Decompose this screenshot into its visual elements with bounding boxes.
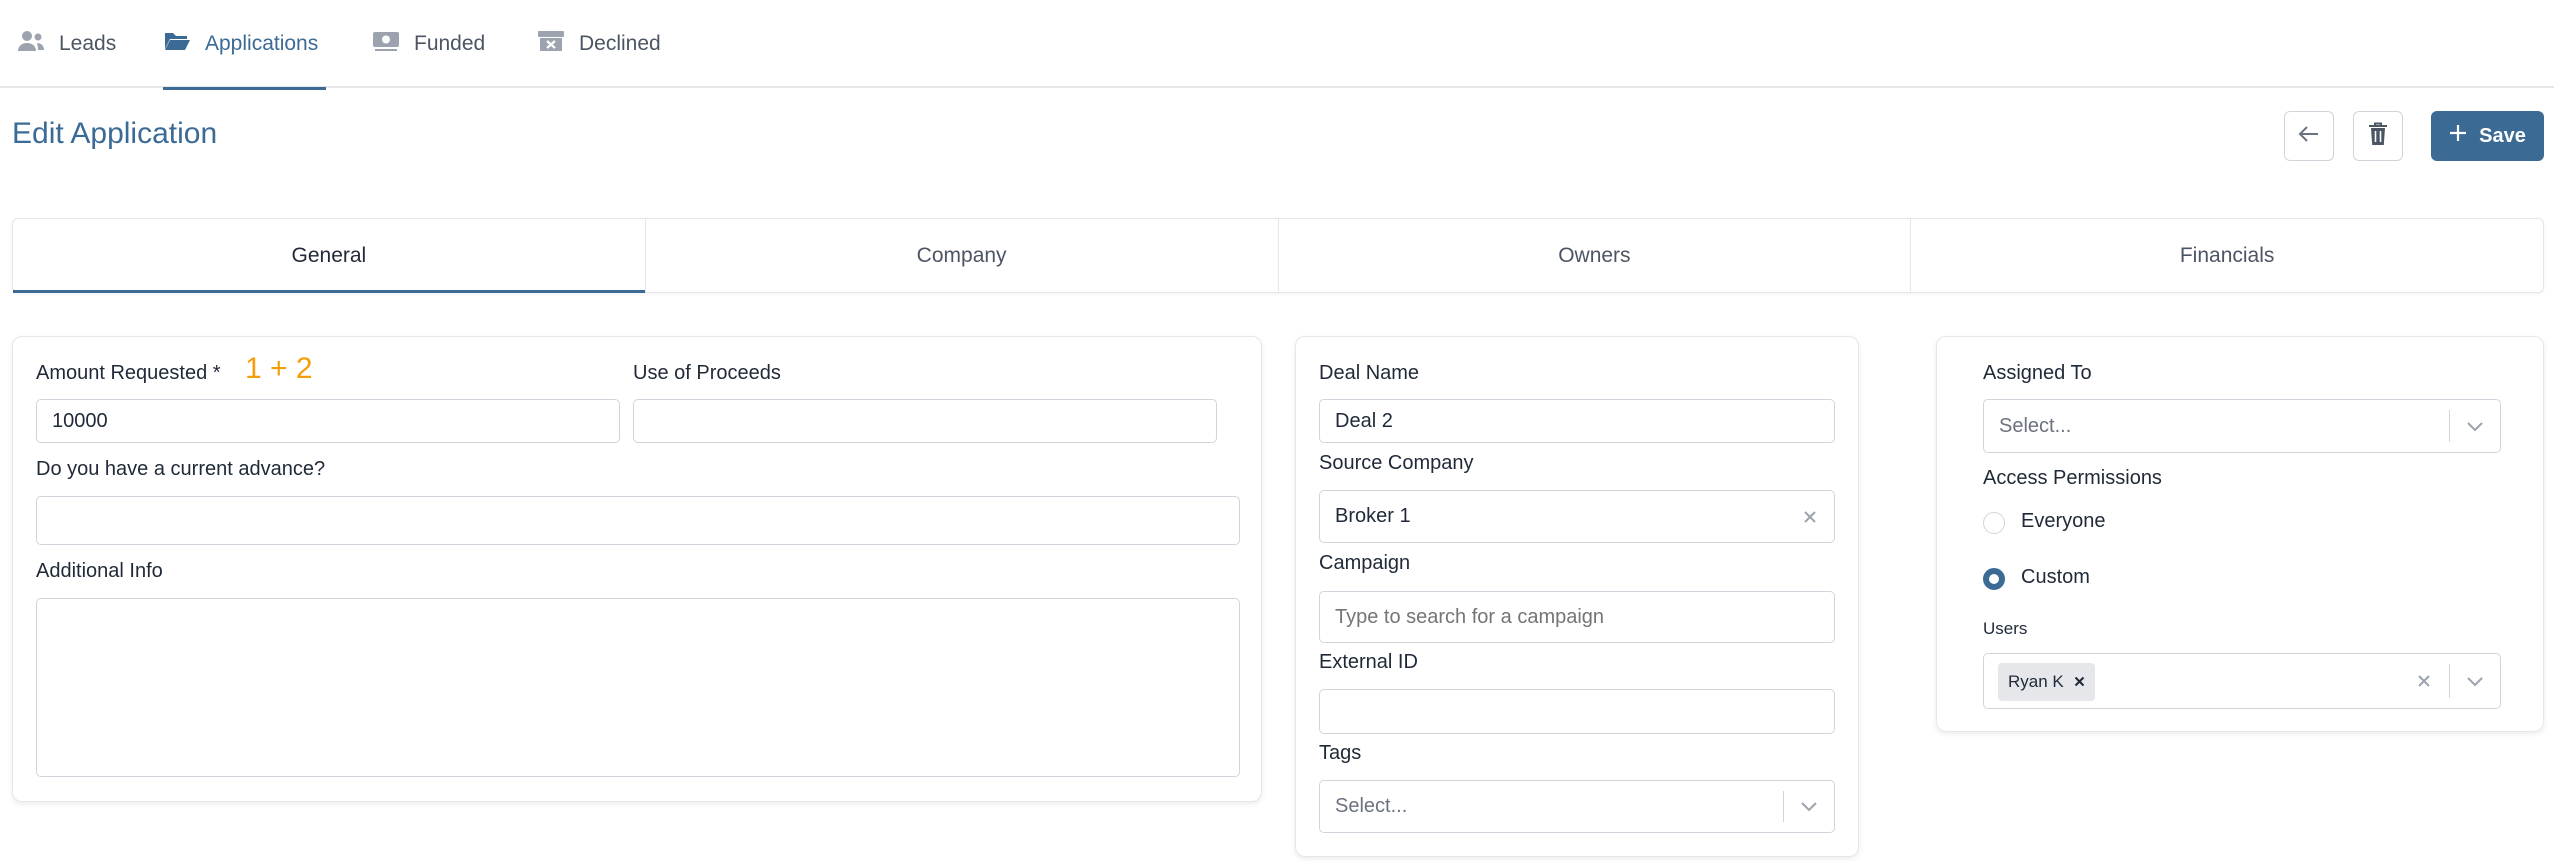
nav-tab-label: Leads: [59, 32, 117, 55]
trash-icon: [2368, 122, 2388, 151]
source-company-value: Broker 1: [1335, 505, 1411, 527]
section-tabs: General Company Owners Financials: [12, 218, 2544, 293]
plus-icon: [2449, 124, 2467, 148]
radio-everyone[interactable]: [1983, 512, 2005, 534]
campaign-label: Campaign: [1319, 552, 1411, 574]
clear-icon[interactable]: [1790, 491, 1830, 542]
tags-placeholder: Select...: [1335, 795, 1408, 817]
users-multiselect[interactable]: Ryan K: [1983, 653, 2501, 709]
user-chip-label: Ryan K: [2008, 672, 2064, 691]
deal-card: Deal Name Source Company Broker 1 Campai…: [1295, 336, 1859, 857]
assigned-to-placeholder: Select...: [1999, 414, 2072, 437]
remove-chip-icon[interactable]: [2074, 672, 2085, 692]
use-of-proceeds-input[interactable]: [633, 399, 1217, 443]
radio-custom[interactable]: [1983, 568, 2005, 590]
nav-tab-declined[interactable]: Declined: [537, 0, 661, 88]
money-bill-icon: [372, 29, 400, 59]
tab-general[interactable]: General: [13, 219, 646, 293]
chevron-down-icon[interactable]: [2450, 654, 2500, 708]
folder-open-icon: [163, 29, 191, 59]
nav-tab-leads[interactable]: Leads: [17, 0, 116, 88]
save-button-label: Save: [2479, 124, 2526, 147]
page-title: Edit Application: [12, 117, 218, 150]
external-id-label: External ID: [1319, 651, 1418, 673]
source-company-label: Source Company: [1319, 452, 1474, 474]
nav-tab-funded[interactable]: Funded: [372, 0, 485, 88]
arrow-left-icon: [2298, 125, 2320, 148]
use-of-proceeds-label: Use of Proceeds: [633, 362, 781, 384]
campaign-search-input[interactable]: [1319, 591, 1835, 643]
chevron-down-icon[interactable]: [1784, 781, 1834, 832]
general-card: Amount Requested * 1 + 2 Use of Proceeds…: [12, 336, 1262, 802]
nav-tab-label: Funded: [414, 32, 486, 55]
back-button[interactable]: [2284, 111, 2334, 161]
amount-requested-label: Amount Requested *: [36, 362, 221, 384]
radio-everyone-label: Everyone: [2021, 510, 2106, 532]
source-company-select[interactable]: Broker 1: [1319, 490, 1835, 543]
nav-tab-label: Applications: [205, 32, 319, 55]
radio-custom-label: Custom: [2021, 566, 2090, 588]
users-icon: [17, 29, 45, 59]
tags-select[interactable]: Select...: [1319, 780, 1835, 833]
tab-company[interactable]: Company: [646, 219, 1279, 292]
deal-name-label: Deal Name: [1319, 362, 1420, 384]
access-permissions-label: Access Permissions: [1983, 467, 2162, 489]
current-advance-label: Do you have a current advance?: [36, 458, 326, 480]
tab-owners[interactable]: Owners: [1279, 219, 1912, 292]
nav-tab-label: Declined: [579, 32, 661, 55]
chevron-down-icon[interactable]: [2450, 400, 2500, 452]
delete-button[interactable]: [2353, 111, 2403, 161]
assignment-card: Assigned To Select... Access Permissions…: [1936, 336, 2544, 732]
additional-info-label: Additional Info: [36, 560, 163, 582]
user-chip: Ryan K: [1998, 663, 2095, 701]
assigned-to-select[interactable]: Select...: [1983, 399, 2501, 453]
archive-x-icon: [537, 29, 565, 59]
tab-financials[interactable]: Financials: [1911, 219, 2543, 292]
assigned-to-label: Assigned To: [1983, 362, 2092, 384]
deal-name-input[interactable]: [1319, 399, 1835, 443]
save-button[interactable]: Save: [2431, 111, 2544, 161]
current-advance-input[interactable]: [36, 496, 1240, 545]
amount-annotation: 1 + 2: [245, 352, 313, 385]
external-id-input[interactable]: [1319, 689, 1835, 734]
additional-info-textarea[interactable]: [36, 598, 1240, 777]
amount-requested-input[interactable]: [36, 399, 620, 443]
clear-icon[interactable]: [2404, 654, 2444, 708]
top-nav: Leads Applications Funded Declined: [0, 0, 2554, 90]
users-label: Users: [1983, 619, 2028, 638]
tags-label: Tags: [1319, 742, 1362, 764]
nav-tab-applications[interactable]: Applications: [163, 0, 326, 90]
